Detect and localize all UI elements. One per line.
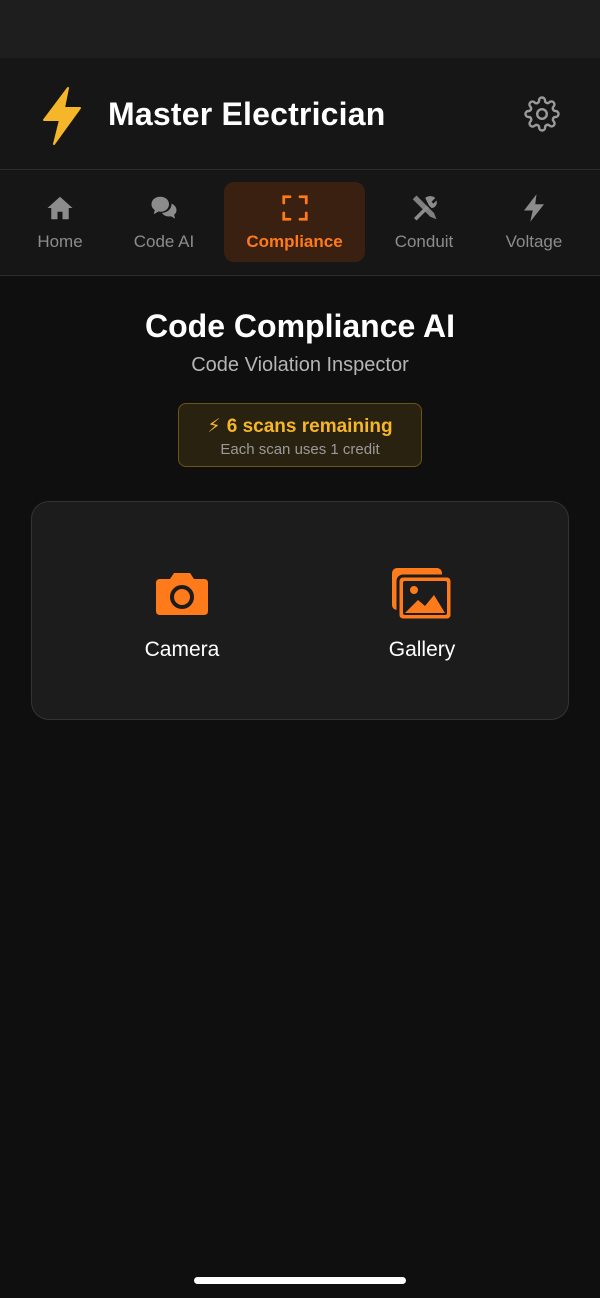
lightning-bolt-icon [38,86,86,146]
credits-remaining: 6 scans remaining [226,416,393,437]
tab-label: Conduit [394,232,454,251]
tab-label: Voltage [505,232,563,251]
tab-label: Code AI [133,232,195,251]
page-title: Code Compliance AI [145,308,455,344]
page-subtitle: Code Violation Inspector [191,354,409,376]
settings-button[interactable] [522,95,562,137]
camera-icon [154,564,210,624]
tab-label: Compliance [246,232,343,251]
gear-icon [524,95,560,137]
gallery-button[interactable]: Gallery [342,564,502,674]
scan-frame-icon [279,192,311,224]
tab-home[interactable]: Home [20,182,100,262]
camera-button[interactable]: Camera [102,564,262,674]
tab-bar: Home Code AI Compliance Conduit Voltage [0,170,600,276]
tab-code-ai[interactable]: Code AI [124,182,204,262]
tab-label: Home [37,232,83,251]
home-icon [44,192,76,224]
credits-badge: ⚡ 6 scans remaining Each scan uses 1 cred… [178,403,422,467]
tab-voltage[interactable]: Voltage [494,182,574,262]
bolt-icon [518,192,550,224]
bolt-icon: ⚡ [207,416,221,437]
tools-icon [408,192,440,224]
app-title: Master Electrician [108,96,386,132]
tab-compliance[interactable]: Compliance [224,182,365,262]
home-indicator[interactable] [194,1277,406,1284]
app-header: Master Electrician [0,58,600,170]
camera-label: Camera [144,638,220,661]
chat-bubbles-icon [148,192,180,224]
image-source-card: Camera Gallery [31,501,569,720]
gallery-label: Gallery [388,638,456,661]
images-icon [390,564,454,624]
tab-conduit[interactable]: Conduit [383,182,465,262]
credits-note: Each scan uses 1 credit [220,441,380,458]
status-bar [0,0,600,58]
